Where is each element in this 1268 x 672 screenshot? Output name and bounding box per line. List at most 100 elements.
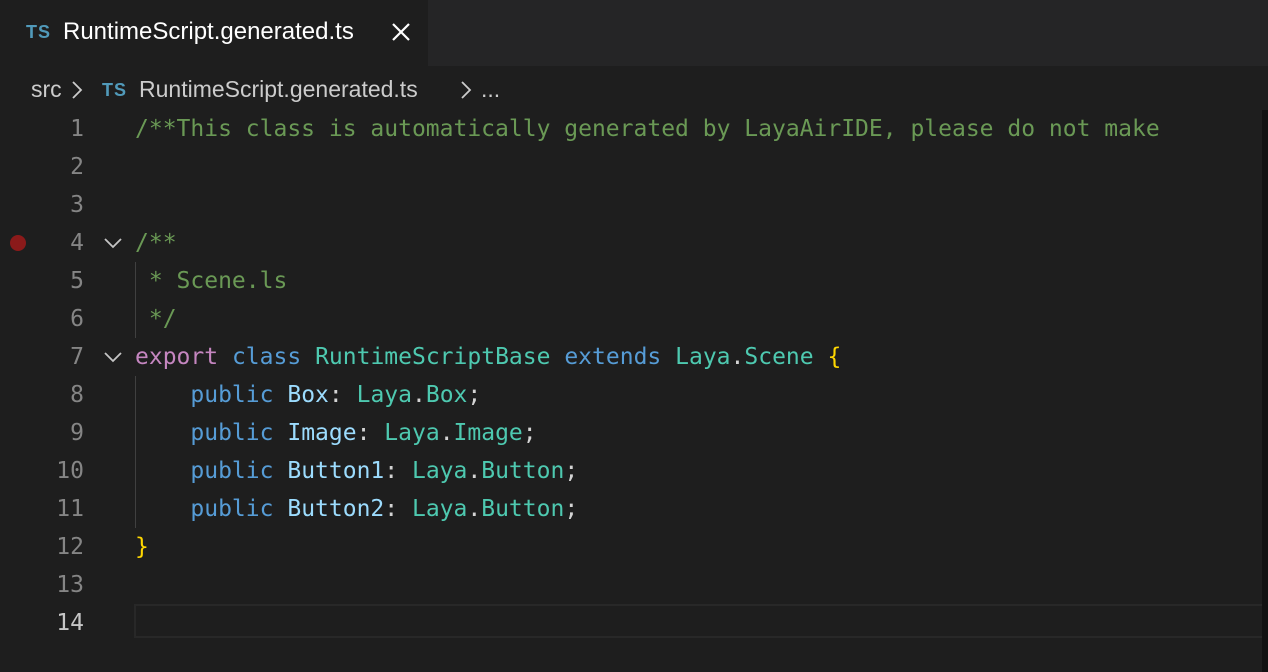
code-token: export (135, 344, 219, 370)
code-token: public (190, 382, 274, 408)
code-line[interactable]: 4 /** (0, 224, 1268, 262)
code-text: public Image: Laya.Image; (135, 414, 537, 452)
code-token: : (328, 382, 357, 408)
code-line[interactable]: 13 (0, 566, 1268, 604)
code-text: public Button2: Laya.Button; (135, 490, 578, 528)
line-number: 7 (70, 344, 84, 370)
breadcrumb-folder-src[interactable]: src (31, 75, 62, 103)
code-token: Image (287, 420, 357, 446)
fold-chevron-down-icon[interactable] (104, 350, 122, 364)
code-text: public Button1: Laya.Button; (135, 452, 578, 490)
code-token: ; (522, 420, 537, 446)
code-token: /** (135, 230, 177, 256)
close-icon[interactable] (388, 19, 414, 45)
code-token: Laya (356, 382, 412, 408)
code-token: public (190, 420, 274, 446)
code-token: . (467, 458, 482, 484)
code-line[interactable]: 14 (0, 604, 1268, 642)
code-token: Box (287, 382, 329, 408)
code-token: * Scene.ls (135, 268, 288, 294)
code-token: */ (135, 306, 177, 332)
code-text: /**This class is automatically generated… (135, 110, 1160, 148)
editor-window: TS RuntimeScript.generated.ts src TS Run… (0, 0, 1268, 672)
code-text: public Box: Laya.Box; (135, 376, 481, 414)
code-token: : (356, 420, 385, 446)
code-token: Laya (675, 344, 731, 370)
tab-runtime-script[interactable]: TS RuntimeScript.generated.ts (0, 0, 428, 66)
code-token: . (439, 420, 454, 446)
code-line[interactable]: 9 public Image: Laya.Image; (0, 414, 1268, 452)
code-token: . (730, 344, 745, 370)
breadcrumb-file[interactable]: RuntimeScript.generated.ts (139, 75, 418, 103)
code-token: : (384, 496, 412, 522)
code-text: * Scene.ls (135, 262, 287, 300)
code-token: ; (564, 496, 579, 522)
code-token: } (135, 534, 149, 560)
code-line[interactable]: 1 /**This class is automatically generate… (0, 110, 1268, 148)
breadcrumb: src TS RuntimeScript.generated.ts ... (0, 66, 1268, 112)
line-number: 3 (70, 192, 84, 218)
chevron-right-icon (72, 81, 83, 99)
code-token: extends (564, 344, 662, 370)
code-token: Image (453, 420, 523, 446)
code-line[interactable]: 5 * Scene.ls (0, 262, 1268, 300)
code-token: ; (467, 382, 482, 408)
code-line[interactable]: 12} (0, 528, 1268, 566)
tab-bar: TS RuntimeScript.generated.ts (0, 0, 1268, 66)
line-number: 8 (70, 382, 84, 408)
fold-chevron-down-icon[interactable] (104, 236, 122, 250)
code-token: public (190, 458, 274, 484)
code-token: Laya (384, 420, 440, 446)
code-token: Laya (411, 458, 468, 484)
code-token: ; (564, 458, 579, 484)
breadcrumb-symbol-ellipsis[interactable]: ... (481, 75, 500, 103)
line-number: 4 (70, 230, 84, 256)
line-number: 5 (70, 268, 84, 294)
code-text: } (135, 528, 149, 566)
line-number: 1 (70, 116, 84, 142)
line-number: 11 (56, 496, 84, 522)
code-token: . (411, 382, 426, 408)
code-line[interactable]: 3 (0, 186, 1268, 224)
code-line[interactable]: 11 public Button2: Laya.Button; (0, 490, 1268, 528)
code-token: Button (481, 496, 565, 522)
line-number: 13 (56, 572, 84, 598)
code-text: */ (135, 300, 177, 338)
line-number: 10 (56, 458, 84, 484)
tab-label: RuntimeScript.generated.ts (63, 18, 354, 45)
line-number: 6 (70, 306, 84, 332)
code-token: Button1 (287, 458, 385, 484)
code-text: export class RuntimeScriptBase extends L… (135, 338, 841, 376)
code-token: Button (481, 458, 565, 484)
code-token: Box (425, 382, 468, 408)
code-line[interactable]: 10 public Button1: Laya.Button; (0, 452, 1268, 490)
code-token: . (467, 496, 482, 522)
code-token: public (190, 496, 274, 522)
code-token: Laya (411, 496, 468, 522)
line-number: 12 (56, 534, 84, 560)
code-token: RuntimeScriptBase (315, 344, 551, 370)
typescript-file-icon: TS (26, 22, 52, 42)
code-text: /** (135, 224, 177, 262)
code-token: Button2 (287, 496, 385, 522)
line-number: 2 (70, 154, 84, 180)
line-number: 9 (70, 420, 84, 446)
code-line[interactable]: 8 public Box: Laya.Box; (0, 376, 1268, 414)
code-token: { (827, 344, 842, 370)
code-line[interactable]: 7 export class RuntimeScriptBase extends … (0, 338, 1268, 376)
code-token: class (231, 344, 302, 370)
code-line[interactable]: 6 */ (0, 300, 1268, 338)
code-line[interactable]: 2 (0, 148, 1268, 186)
code-editor[interactable]: 1 /**This class is automatically generate… (0, 110, 1268, 672)
code-token: Scene (744, 344, 814, 370)
code-token: /**This class is automatically generated… (135, 116, 1160, 142)
